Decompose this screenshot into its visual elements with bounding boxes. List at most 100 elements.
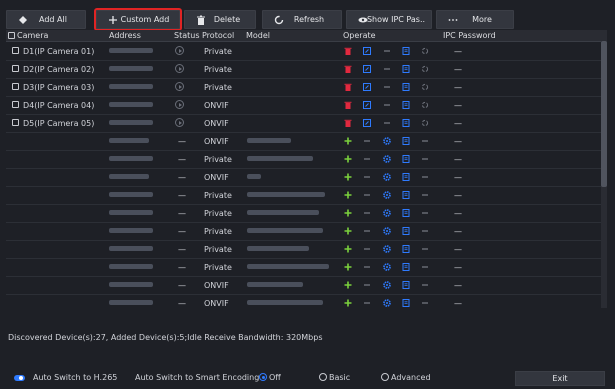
protocol: ONVIF: [204, 299, 229, 308]
address-redacted: [109, 102, 153, 107]
gear-icon[interactable]: [382, 280, 392, 290]
table-row[interactable]: — Private —: [6, 258, 601, 277]
status: —: [178, 227, 186, 236]
link-icon[interactable]: [420, 100, 430, 110]
list-icon[interactable]: [401, 100, 411, 110]
select-all-checkbox[interactable]: [8, 32, 15, 39]
edit-icon[interactable]: [362, 46, 372, 56]
table-row[interactable]: — Private —: [6, 186, 601, 205]
add-icon[interactable]: [343, 208, 353, 218]
row-checkbox[interactable]: [12, 47, 19, 54]
table-row[interactable]: D1(IP Camera 01) Private —: [6, 42, 601, 61]
delete-icon[interactable]: [343, 118, 353, 128]
add-icon[interactable]: [343, 262, 353, 272]
radio-basic[interactable]: [319, 373, 327, 381]
dash-icon: [422, 266, 428, 268]
table-row[interactable]: — ONVIF —: [6, 132, 601, 151]
table-row[interactable]: D3(IP Camera 03) Private —: [6, 78, 601, 97]
gear-icon[interactable]: [382, 262, 392, 272]
delete-icon[interactable]: [343, 46, 353, 56]
edit-icon[interactable]: [362, 118, 372, 128]
delete-icon[interactable]: [343, 100, 353, 110]
table-row[interactable]: D2(IP Camera 02) Private —: [6, 60, 601, 79]
list-icon[interactable]: [401, 298, 411, 308]
gear-icon[interactable]: [382, 226, 392, 236]
link-icon[interactable]: [420, 46, 430, 56]
table-row[interactable]: — Private —: [6, 240, 601, 259]
list-icon[interactable]: [401, 280, 411, 290]
delete-button[interactable]: Delete: [184, 10, 256, 29]
row-checkbox[interactable]: [12, 101, 19, 108]
add-icon[interactable]: [343, 172, 353, 182]
table-row[interactable]: D4(IP Camera 04) ONVIF —: [6, 96, 601, 115]
add-icon[interactable]: [343, 298, 353, 308]
row-checkbox[interactable]: [12, 119, 19, 126]
table-row[interactable]: — ONVIF —: [6, 276, 601, 295]
gear-icon[interactable]: [382, 208, 392, 218]
add-icon[interactable]: [343, 154, 353, 164]
refresh-button[interactable]: Refresh: [262, 10, 342, 29]
add-icon[interactable]: [343, 226, 353, 236]
add-icon[interactable]: [343, 280, 353, 290]
add-all-button[interactable]: Add All: [6, 10, 86, 29]
delete-icon[interactable]: [343, 64, 353, 74]
radio-off[interactable]: [259, 373, 267, 381]
radio-advanced[interactable]: [381, 373, 389, 381]
show-ipc-password-button[interactable]: Show IPC Pas..: [346, 10, 432, 29]
list-icon[interactable]: [401, 154, 411, 164]
table-row[interactable]: — ONVIF —: [6, 294, 601, 308]
add-icon[interactable]: [343, 136, 353, 146]
row-checkbox[interactable]: [12, 83, 19, 90]
gear-icon[interactable]: [382, 244, 392, 254]
list-icon[interactable]: [401, 46, 411, 56]
list-icon[interactable]: [401, 244, 411, 254]
table-row[interactable]: D5(IP Camera 05) ONVIF —: [6, 114, 601, 133]
play-icon[interactable]: [175, 46, 184, 55]
list-icon[interactable]: [401, 190, 411, 200]
table-row[interactable]: — Private —: [6, 222, 601, 241]
header-status[interactable]: Status: [174, 31, 200, 40]
list-icon[interactable]: [401, 64, 411, 74]
delete-icon[interactable]: [343, 82, 353, 92]
gear-icon[interactable]: [382, 298, 392, 308]
play-icon[interactable]: [175, 82, 184, 91]
link-icon[interactable]: [420, 64, 430, 74]
gear-icon[interactable]: [382, 136, 392, 146]
edit-icon[interactable]: [362, 100, 372, 110]
gear-icon[interactable]: [382, 172, 392, 182]
list-icon[interactable]: [401, 226, 411, 236]
h265-toggle[interactable]: [14, 375, 25, 381]
row-checkbox[interactable]: [12, 65, 19, 72]
gear-icon[interactable]: [382, 154, 392, 164]
list-icon[interactable]: [401, 208, 411, 218]
list-icon[interactable]: [401, 118, 411, 128]
exit-button[interactable]: Exit: [515, 371, 605, 386]
play-icon[interactable]: [175, 118, 184, 127]
play-icon[interactable]: [175, 64, 184, 73]
edit-icon[interactable]: [362, 82, 372, 92]
add-icon[interactable]: [343, 190, 353, 200]
header-camera[interactable]: Camera: [17, 31, 48, 40]
link-icon[interactable]: [420, 82, 430, 92]
add-icon[interactable]: [343, 244, 353, 254]
scrollbar-thumb[interactable]: [601, 41, 607, 187]
gear-icon[interactable]: [382, 190, 392, 200]
play-icon[interactable]: [175, 100, 184, 109]
link-icon[interactable]: [420, 118, 430, 128]
header-address[interactable]: Address: [109, 31, 141, 40]
address-redacted: [109, 174, 149, 179]
table-row[interactable]: — ONVIF —: [6, 168, 601, 187]
list-icon[interactable]: [401, 172, 411, 182]
table-row[interactable]: — Private —: [6, 204, 601, 223]
list-icon[interactable]: [401, 262, 411, 272]
edit-icon[interactable]: [362, 64, 372, 74]
status: —: [178, 173, 186, 182]
custom-add-button[interactable]: Custom Add: [94, 8, 182, 31]
dash-icon: [422, 302, 428, 304]
table-row[interactable]: — Private —: [6, 150, 601, 169]
list-icon[interactable]: [401, 136, 411, 146]
more-button[interactable]: More: [436, 10, 514, 29]
list-icon[interactable]: [401, 82, 411, 92]
header-model[interactable]: Model: [246, 31, 270, 40]
header-protocol[interactable]: Protocol: [202, 31, 234, 40]
